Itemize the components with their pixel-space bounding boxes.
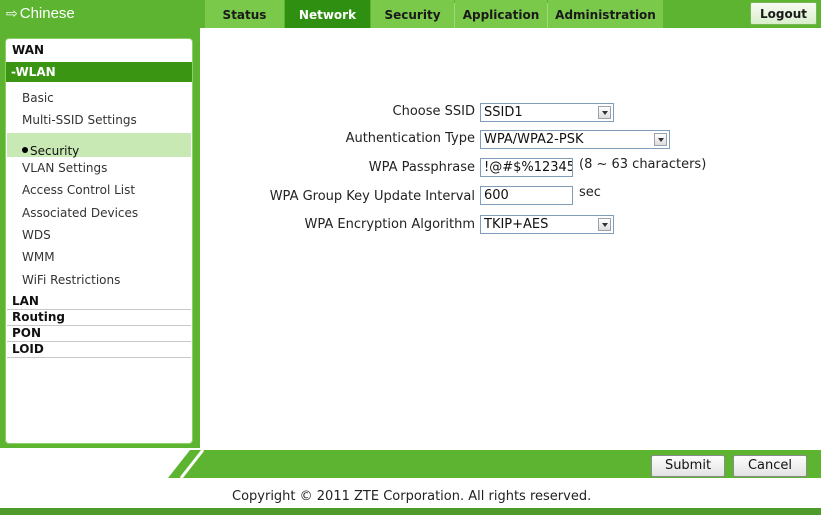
encryption-algorithm-value: TKIP+AES [484,217,549,232]
sidebar-item-wan[interactable]: WAN [7,43,191,58]
sidebar-panel: WAN -WLAN Basic Multi-SSID Settings Secu… [0,28,200,448]
logout-button[interactable]: Logout [750,2,817,25]
chevron-down-icon [598,218,611,231]
group-key-interval-label: WPA Group Key Update Interval [269,189,475,204]
tab-status[interactable]: Status [205,0,284,28]
chevron-down-icon [598,106,611,119]
cancel-button[interactable]: Cancel [733,455,807,477]
sidebar-item-wlan[interactable]: -WLAN [6,62,192,82]
copyright-text: Copyright © 2011 ZTE Corporation. All ri… [232,489,592,504]
wpa-passphrase-input[interactable]: !@#$%12345 [480,158,573,177]
submit-button[interactable]: Submit [651,455,725,477]
choose-ssid-select[interactable]: SSID1 [480,103,614,122]
authentication-type-value: WPA/WPA2-PSK [484,132,584,147]
sidebar-item-wmm[interactable]: WMM [22,249,55,265]
wpa-passphrase-label: WPA Passphrase [368,160,475,175]
tab-application[interactable]: Application [455,0,547,28]
sidebar-item-basic[interactable]: Basic [22,90,54,106]
sidebar-item-routing[interactable]: Routing [7,310,191,326]
tab-network[interactable]: Network [285,0,370,28]
sidebar-item-wds[interactable]: WDS [22,227,51,243]
sidebar-item-security[interactable]: Security [22,143,79,159]
encryption-algorithm-select[interactable]: TKIP+AES [480,215,614,234]
bullet-icon [22,147,28,153]
sidebar-item-associated-devices[interactable]: Associated Devices [22,205,138,221]
choose-ssid-label: Choose SSID [392,104,475,119]
group-key-interval-unit: sec [579,185,601,200]
choose-ssid-value: SSID1 [484,105,523,120]
sidebar-item-multi-ssid-settings[interactable]: Multi-SSID Settings [22,112,137,128]
arrow-right-icon: ⇨ [6,5,18,21]
chevron-down-icon [654,133,667,146]
sidebar-item-vlan-settings[interactable]: VLAN Settings [22,160,107,176]
language-link[interactable]: ⇨ Chinese [6,0,75,28]
authentication-type-select[interactable]: WPA/WPA2-PSK [480,130,670,149]
group-key-interval-input[interactable]: 600 [480,186,573,205]
top-navigation-bar: ⇨ Chinese Status Network Security Applica… [0,0,821,28]
tab-administration[interactable]: Administration [548,0,663,28]
sidebar-item-security-label: Security [30,144,80,158]
sidebar-item-lan[interactable]: LAN [7,294,191,310]
footer-bar [0,508,821,515]
passphrase-length-hint: (8 ~ 63 characters) [579,157,707,172]
sidebar-item-wifi-restrictions[interactable]: WiFi Restrictions [22,272,120,288]
language-label: Chinese [19,5,75,22]
sidebar-menu: WAN -WLAN Basic Multi-SSID Settings Secu… [5,38,193,444]
sidebar-item-access-control-list[interactable]: Access Control List [22,182,135,198]
sidebar-item-loid[interactable]: LOID [7,342,191,358]
tab-security[interactable]: Security [371,0,454,28]
authentication-type-label: Authentication Type [345,131,475,146]
sidebar-item-pon[interactable]: PON [7,326,191,342]
encryption-algorithm-label: WPA Encryption Algorithm [304,217,475,232]
